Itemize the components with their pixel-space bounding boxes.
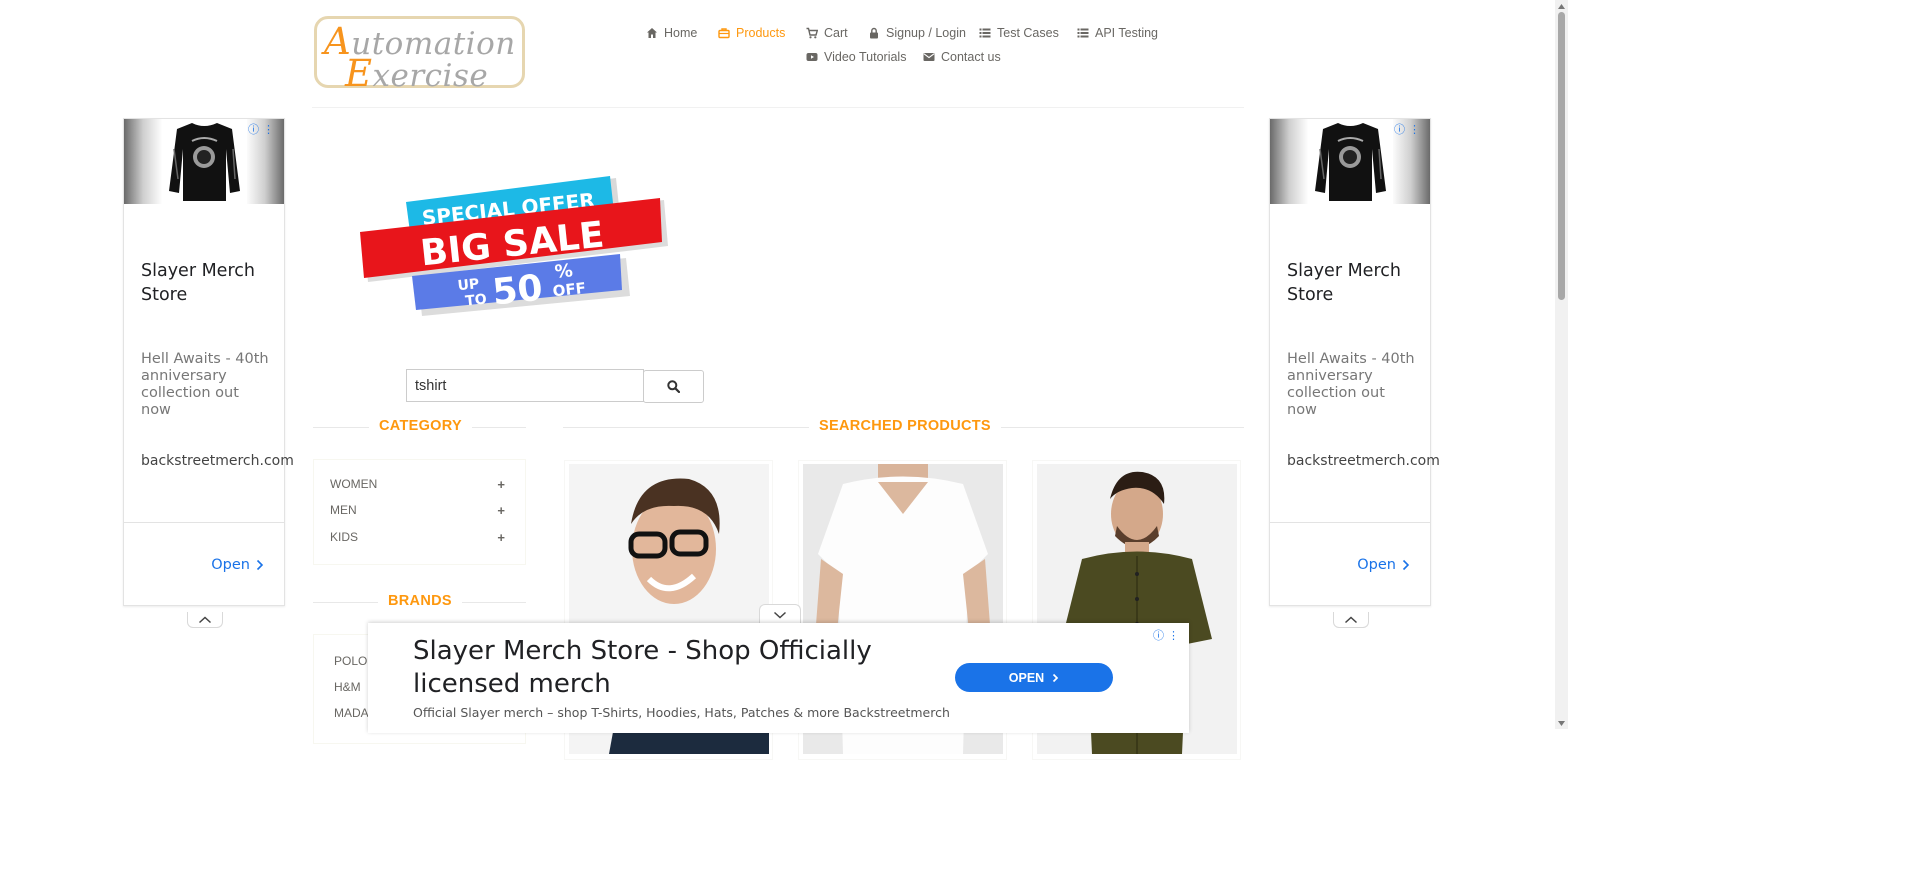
scrollbar-thumb[interactable] [1558,12,1565,300]
chevron-right-icon [1402,559,1410,571]
nav-home[interactable]: Home [646,26,697,40]
category-item-kids[interactable]: KIDS + [330,530,505,545]
nav-api-testing[interactable]: API Testing [1077,26,1158,40]
chevron-down-icon [773,611,787,619]
brand-item-polo[interactable]: POLO [334,654,367,668]
scroll-down-arrow-icon[interactable] [1556,718,1567,728]
lock-icon [870,27,878,39]
plus-icon[interactable]: + [497,530,505,545]
ad-url[interactable]: backstreetmerch.com [141,453,294,469]
products-icon [718,28,730,39]
sale-banner: SPECIAL OFFER BIG SALE UP TO 50 % OFF [360,176,668,316]
youtube-icon [806,53,818,61]
category-title: CATEGORY [369,418,472,434]
category-panel: WOMEN + MEN + KIDS + [313,459,526,565]
bottom-anchor-ad[interactable]: ⓘ⋮ Slayer Merch Store - Shop Officially … [368,623,1189,733]
ad-shirt-image [162,119,247,204]
nav-cart[interactable]: Cart [806,26,848,40]
chevron-right-icon [1053,673,1059,682]
ad-choices-icon[interactable]: ⓘ⋮ [248,121,278,137]
ad-open-button[interactable]: Open [1357,557,1410,573]
ad-body: Hell Awaits - 40th anniversary collectio… [1287,351,1415,418]
ad-body: Hell Awaits - 40th anniversary collectio… [141,351,269,418]
plus-icon[interactable]: + [497,503,505,518]
ad-shirt-image [1308,119,1393,204]
nav-signup-login[interactable]: Signup / Login [868,26,966,40]
nav-test-cases[interactable]: Test Cases [979,26,1059,40]
ad-title[interactable]: Slayer Merch Store [141,259,276,307]
list-icon [979,28,991,38]
chevron-up-icon [198,615,212,623]
cart-icon [806,27,818,39]
nav-video-tutorials[interactable]: Video Tutorials [806,50,906,64]
scroll-up-arrow-icon[interactable] [1556,1,1567,11]
nav-products[interactable]: Products [718,26,785,40]
category-item-women[interactable]: WOMEN + [330,477,505,492]
list-icon [1077,28,1089,38]
plus-icon[interactable]: + [497,477,505,492]
bottom-ad-open-button[interactable]: OPEN [955,663,1113,692]
bottom-ad-body: Official Slayer merch – shop T-Shirts, H… [413,705,950,720]
banner-off: OFF [552,279,587,300]
right-side-ad[interactable]: ⓘ⋮ Slayer Merch Store Hell Awaits - 40th… [1269,118,1440,606]
left-side-ad[interactable]: ⓘ⋮ Slayer Merch Store Hell Awaits - 40th… [123,118,294,606]
search-button[interactable] [643,370,704,403]
ad-choices-icon[interactable]: ⓘ⋮ [1394,121,1424,137]
nav-contact-us[interactable]: Contact us [923,50,1001,64]
chevron-up-icon [1344,615,1358,623]
ad-choices-icon[interactable]: ⓘ⋮ [1153,627,1183,643]
brands-title: BRANDS [378,593,462,609]
bottom-ad-title[interactable]: Slayer Merch Store - Shop Officially lic… [413,635,913,701]
site-logo[interactable]: Automation Exercise [314,16,525,92]
home-icon [647,28,657,38]
header-divider [312,107,1244,108]
searched-products-title: SEARCHED PRODUCTS [809,418,1001,434]
search-icon [667,380,680,393]
chevron-right-icon [256,559,264,571]
envelope-icon [923,53,935,61]
logo-row-2: Exercise [345,52,489,95]
category-item-men[interactable]: MEN + [330,503,505,518]
ad-open-button[interactable]: Open [211,557,264,573]
brand-item-hm[interactable]: H&M [334,680,361,694]
bottom-ad-collapse-button[interactable] [759,604,801,625]
search-product-input[interactable] [406,369,644,402]
ad-divider [124,522,284,523]
banner-to: TO [465,291,488,309]
left-ad-collapse-button[interactable] [187,612,223,628]
ad-divider [1270,522,1430,523]
banner-fifty: 50 [490,268,544,314]
right-ad-collapse-button[interactable] [1333,612,1369,628]
ad-url[interactable]: backstreetmerch.com [1287,453,1440,469]
ad-title[interactable]: Slayer Merch Store [1287,259,1422,307]
